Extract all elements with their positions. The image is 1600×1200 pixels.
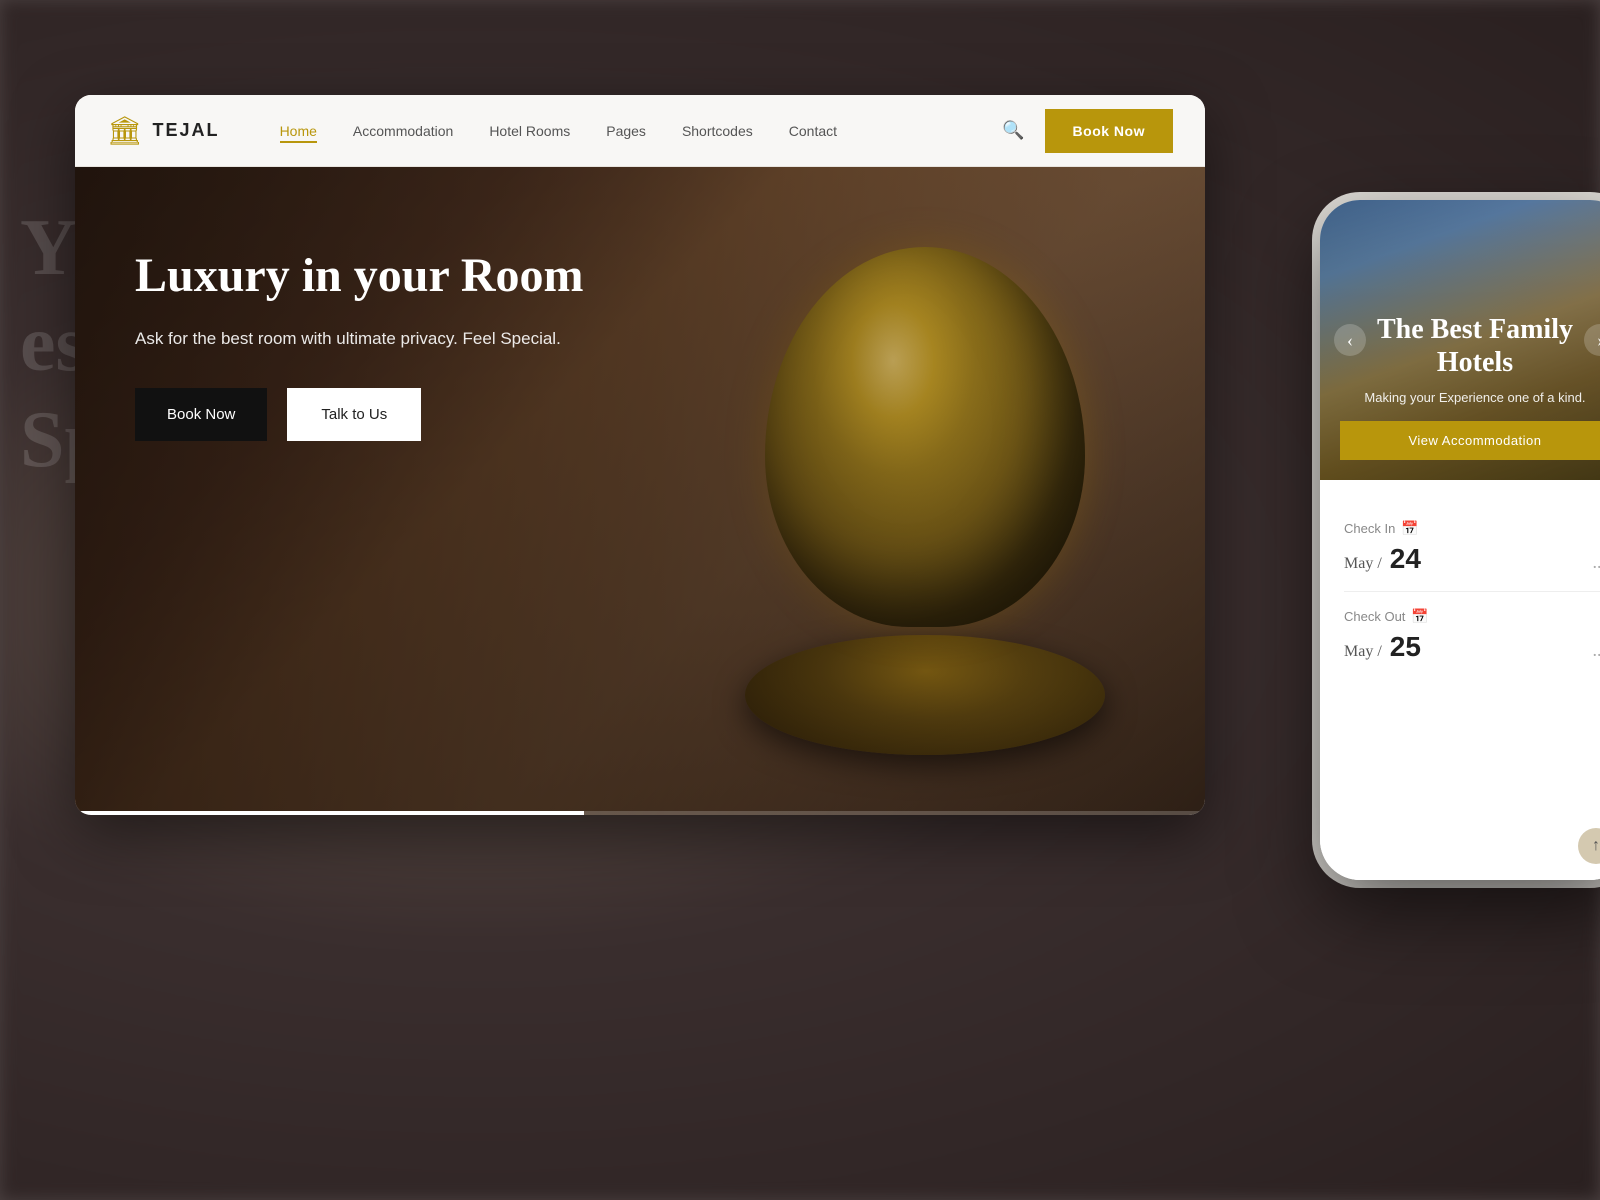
checkout-label: Check Out 📅 <box>1344 608 1600 625</box>
progress-bar <box>75 811 1205 815</box>
progress-fill <box>75 811 584 815</box>
hero-buttons: Book Now Talk to Us <box>135 388 584 441</box>
hero-content: Luxury in your Room Ask for the best roo… <box>135 247 584 441</box>
hero-talk-button[interactable]: Talk to Us <box>287 388 421 441</box>
hero-book-now-button[interactable]: Book Now <box>135 388 267 441</box>
nav-contact[interactable]: Contact <box>789 123 837 139</box>
checkin-field: Check In 📅 May / 24 ... <box>1344 504 1600 592</box>
checkin-day: 24 <box>1390 543 1421 574</box>
mobile-booking-card: Check In 📅 May / 24 ... Check Out 📅 May … <box>1320 480 1600 880</box>
checkin-date[interactable]: May / 24 <box>1344 543 1421 575</box>
hero-section: Luxury in your Room Ask for the best roo… <box>75 167 1205 815</box>
view-accommodation-button[interactable]: View Accommodation <box>1340 421 1600 460</box>
checkout-field: Check Out 📅 May / 25 ... <box>1344 592 1600 679</box>
mobile-hero-image: ‹ › The Best Family Hotels Making your E… <box>1320 200 1600 480</box>
mobile-hero-subtitle: Making your Experience one of a kind. <box>1340 390 1600 405</box>
checkout-value: May / 25 ... <box>1344 631 1600 663</box>
nav-right: 🔍 Book Now <box>1002 109 1173 153</box>
nav-shortcodes[interactable]: Shortcodes <box>682 123 753 139</box>
nav-links: Home Accommodation Hotel Rooms Pages Sho… <box>280 123 1003 139</box>
logo: 🏛 TEJAL <box>107 114 220 148</box>
checkin-more-options[interactable]: ... <box>1593 552 1600 573</box>
checkout-date[interactable]: May / 25 <box>1344 631 1421 663</box>
search-icon[interactable]: 🔍 <box>1002 120 1024 141</box>
nav-book-now-button[interactable]: Book Now <box>1045 109 1173 153</box>
nav-home[interactable]: Home <box>280 123 317 139</box>
nav-pages[interactable]: Pages <box>606 123 646 139</box>
checkin-value: May / 24 ... <box>1344 543 1600 575</box>
mobile-phone: ‹ › The Best Family Hotels Making your E… <box>1320 200 1600 880</box>
logo-icon: 🏛 <box>107 114 143 148</box>
mobile-hero-title: The Best Family Hotels <box>1340 313 1600 380</box>
logo-text: TEJAL <box>153 120 220 141</box>
checkout-month: May / <box>1344 643 1382 660</box>
hero-subtitle: Ask for the best room with ultimate priv… <box>135 325 584 352</box>
checkout-day: 25 <box>1390 631 1421 662</box>
checkin-calendar-icon: 📅 <box>1401 520 1418 537</box>
checkout-calendar-icon: 📅 <box>1411 608 1428 625</box>
checkout-more-options[interactable]: ... <box>1593 640 1600 661</box>
mobile-hero-text: The Best Family Hotels Making your Exper… <box>1340 313 1600 460</box>
hero-title: Luxury in your Room <box>135 247 584 305</box>
checkin-month: May / <box>1344 555 1382 572</box>
browser-window: 🏛 TEJAL Home Accommodation Hotel Rooms P… <box>75 95 1205 815</box>
checkin-label: Check In 📅 <box>1344 520 1600 537</box>
nav-accommodation[interactable]: Accommodation <box>353 123 453 139</box>
navbar: 🏛 TEJAL Home Accommodation Hotel Rooms P… <box>75 95 1205 167</box>
nav-hotel-rooms[interactable]: Hotel Rooms <box>489 123 570 139</box>
